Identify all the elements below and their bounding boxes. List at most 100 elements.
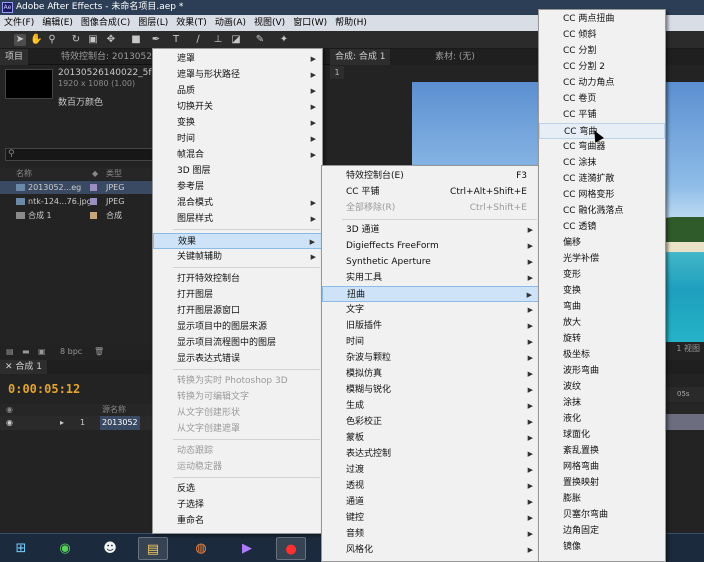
menu-item-show-expression-errors[interactable]: 显示表达式错误: [153, 351, 322, 367]
pan-behind-icon[interactable]: ✥: [105, 34, 117, 46]
brush-tool-icon[interactable]: ∕: [192, 34, 204, 46]
roto-brush-icon[interactable]: ✎: [254, 34, 266, 46]
menu-item-time[interactable]: 时间 ▶: [153, 131, 322, 147]
puppet-pin-icon[interactable]: ✦: [278, 34, 290, 46]
menu-item-rename[interactable]: 重命名: [153, 513, 322, 529]
menu-file[interactable]: 文件(F): [0, 15, 38, 31]
menu-item-quality[interactable]: 品质 ▶: [153, 83, 322, 99]
menu-item-cc-tiler[interactable]: CC 平铺: [539, 107, 665, 123]
hand-tool-icon[interactable]: ✋: [30, 34, 42, 46]
menu-item-3d-channel[interactable]: 3D 通道 ▶: [322, 222, 539, 238]
menu-animation[interactable]: 动画(A): [211, 15, 250, 31]
rotate-tool-icon[interactable]: ↻: [70, 34, 82, 46]
menu-item-blur-sharpen[interactable]: 模糊与锐化 ▶: [322, 382, 539, 398]
menu-item-blend-mode[interactable]: 混合模式 ▶: [153, 195, 322, 211]
menu-item-open-layer-source[interactable]: 打开图层源窗口: [153, 303, 322, 319]
menu-item-displacement-map[interactable]: 置换映射: [539, 475, 665, 491]
menu-item-liquify[interactable]: 液化: [539, 411, 665, 427]
menu-item-distort[interactable]: 扭曲 ▶: [322, 286, 539, 302]
rect-mask-icon[interactable]: ■: [130, 34, 142, 46]
menu-item-effect-controls[interactable]: 特效控制台(E) F3: [322, 168, 539, 184]
menu-item-keyframe-assistant[interactable]: 关键帧辅助 ▶: [153, 249, 322, 265]
menu-item-smear[interactable]: 涂抹: [539, 395, 665, 411]
menu-item-audio[interactable]: 音频 ▶: [322, 526, 539, 542]
menu-item-cc-split[interactable]: CC 分割: [539, 43, 665, 59]
menu-item-corner-pin[interactable]: 边角固定: [539, 523, 665, 539]
new-comp-icon[interactable]: ▣: [38, 345, 46, 359]
menu-item-mask[interactable]: 遮罩 ▶: [153, 51, 322, 67]
menu-window[interactable]: 窗口(W): [289, 15, 331, 31]
new-folder-icon[interactable]: ▬: [22, 345, 30, 359]
menu-item-guide-layer[interactable]: 参考层: [153, 179, 322, 195]
menu-item-mesh-warp[interactable]: 网格弯曲: [539, 459, 665, 475]
menu-item-bulge[interactable]: 膨胀: [539, 491, 665, 507]
expand-arrow-icon[interactable]: ▸: [60, 416, 64, 430]
menu-item-keying[interactable]: 键控 ▶: [322, 510, 539, 526]
pen-tool-icon[interactable]: ✒: [150, 34, 162, 46]
file-explorer-icon[interactable]: ▤: [138, 537, 168, 560]
column-source-name[interactable]: 源名称: [102, 404, 126, 416]
tab-timeline-comp[interactable]: ✕ 合成 1: [0, 360, 47, 374]
menu-item-mirror[interactable]: 镜像: [539, 539, 665, 555]
360-browser-icon[interactable]: ◉: [50, 537, 80, 560]
menu-item-invert-selection[interactable]: 反选: [153, 481, 322, 497]
menu-item-noise-grain[interactable]: 杂波与颗粒 ▶: [322, 350, 539, 366]
menu-item-generate[interactable]: 生成 ▶: [322, 398, 539, 414]
menu-item-cc-lens[interactable]: CC 透镜: [539, 219, 665, 235]
menu-item-cc-smear[interactable]: CC 涂抹: [539, 155, 665, 171]
menu-item-offset[interactable]: 偏移: [539, 235, 665, 251]
menu-item-cc-page-turn[interactable]: CC 卷页: [539, 91, 665, 107]
menu-item-transform[interactable]: 变换 ▶: [153, 115, 322, 131]
timeline-layer-row[interactable]: ◉ ▸ 1 2013052: [0, 416, 155, 430]
current-timecode[interactable]: 0:00:05:12: [8, 382, 80, 396]
menu-item-polar-coordinates[interactable]: 极坐标: [539, 347, 665, 363]
menu-item-cc-power-pin[interactable]: CC 动力角点: [539, 75, 665, 91]
camera-tool-icon[interactable]: ▣: [87, 34, 99, 46]
menu-item-cc-blobbylize[interactable]: CC 倾斜: [539, 27, 665, 43]
menu-item-mask-shape-path[interactable]: 遮罩与形状路径 ▶: [153, 67, 322, 83]
trash-icon[interactable]: 🗑: [94, 345, 104, 359]
bpc-label[interactable]: 8 bpc: [60, 345, 82, 359]
tab-project[interactable]: 项目: [0, 49, 29, 65]
menu-edit[interactable]: 编辑(E): [38, 15, 77, 31]
menu-item-wave-warp[interactable]: 波形弯曲: [539, 363, 665, 379]
type-tool-icon[interactable]: T: [170, 34, 182, 46]
menu-item-cc-bend-it[interactable]: CC 两点扭曲: [539, 11, 665, 27]
media-player-icon[interactable]: ▶: [232, 537, 262, 560]
record-icon[interactable]: ●: [276, 537, 306, 560]
windows-start-icon[interactable]: ⊞: [6, 537, 36, 560]
menu-item-magnify[interactable]: 放大: [539, 315, 665, 331]
menu-item-reveal-in-project[interactable]: 显示项目中的图层来源: [153, 319, 322, 335]
menu-item-channel[interactable]: 通道 ▶: [322, 494, 539, 510]
menu-item-simulation[interactable]: 模拟仿真 ▶: [322, 366, 539, 382]
menu-item-bend[interactable]: 弯曲: [539, 299, 665, 315]
column-type[interactable]: 类型: [106, 168, 122, 180]
menu-item-effect[interactable]: 效果 ▶: [153, 233, 322, 249]
project-search-input[interactable]: ⚲: [5, 148, 155, 161]
menu-item-select-children[interactable]: 子选择: [153, 497, 322, 513]
menu-item-cc-bend-tool[interactable]: CC 弯曲器: [539, 139, 665, 155]
eraser-icon[interactable]: ◪: [230, 34, 242, 46]
menu-item-cc-split-2[interactable]: CC 分割 2: [539, 59, 665, 75]
view-count-dropdown[interactable]: 1 视图: [676, 342, 700, 356]
menu-item-color-correction[interactable]: 色彩校正 ▶: [322, 414, 539, 430]
menu-item-open-effect-controls[interactable]: 打开特效控制台: [153, 271, 322, 287]
menu-item-perspective[interactable]: 透视 ▶: [322, 478, 539, 494]
menu-item-digieffects-freeform[interactable]: Digieffects FreeForm ▶: [322, 238, 539, 254]
project-row[interactable]: 合成 1 合成: [0, 209, 155, 222]
menu-item-spherize[interactable]: 球面化: [539, 427, 665, 443]
eye-icon[interactable]: ◉: [6, 416, 13, 430]
select-tool-icon[interactable]: ➤: [14, 34, 26, 46]
menu-item-frame-blending[interactable]: 帧混合 ▶: [153, 147, 322, 163]
menu-item-matte[interactable]: 蒙板 ▶: [322, 430, 539, 446]
tab-footage[interactable]: 素材: (无): [430, 49, 480, 65]
zoom-tool-icon[interactable]: ⚲: [46, 34, 58, 46]
menu-view[interactable]: 视图(V): [250, 15, 289, 31]
menu-item-switches[interactable]: 切换开关 ▶: [153, 99, 322, 115]
interpret-footage-icon[interactable]: ▤: [6, 345, 14, 359]
menu-effect[interactable]: 效果(T): [172, 15, 211, 31]
menu-item-cc-griddler[interactable]: CC 网格变形: [539, 187, 665, 203]
menu-item-open-layer[interactable]: 打开图层: [153, 287, 322, 303]
menu-item-optics-compensation[interactable]: 光学补偿: [539, 251, 665, 267]
menu-composition[interactable]: 图像合成(C): [77, 15, 134, 31]
